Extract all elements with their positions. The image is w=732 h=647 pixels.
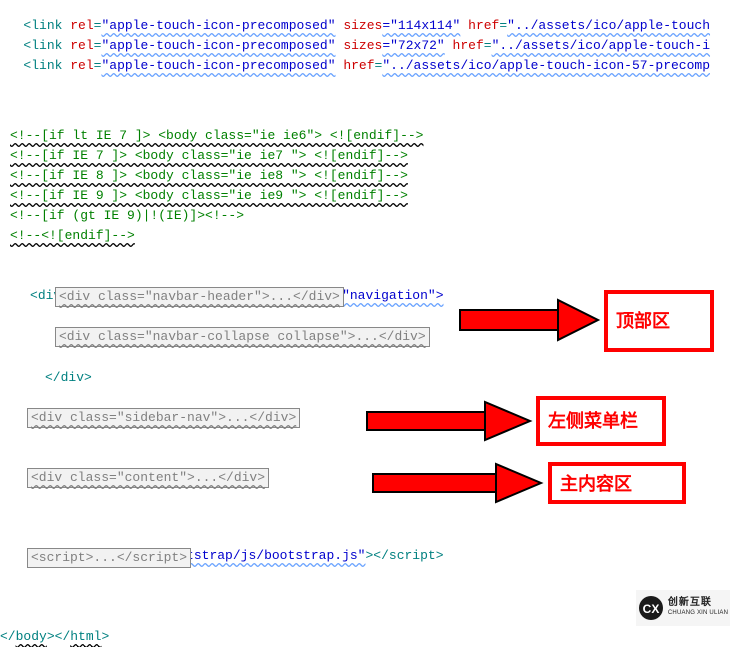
navbar-collapse-box: <div class="navbar-collapse collapse">..… [55, 327, 430, 347]
arrow-sidebar-icon [365, 400, 535, 442]
val-sizes: ="114x114" [382, 18, 460, 33]
attr-sizes: sizes [336, 18, 383, 33]
attr-href: href [460, 18, 499, 33]
val-rel: "apple-touch-icon-precomposed" [101, 18, 335, 33]
eq: = [499, 18, 507, 33]
attr-href: href [445, 38, 484, 53]
val-rel: "apple-touch-icon-precomposed" [101, 38, 335, 53]
val-href: "../assets/ico/apple-touch-icon-57-preco… [382, 58, 710, 73]
attr-rel: rel [62, 38, 93, 53]
val-sizes: ="72x72" [382, 38, 444, 53]
attr-sizes: sizes [336, 38, 383, 53]
navbar-header-box: <div class="navbar-header">...</div> [55, 287, 344, 307]
val-href: "../assets/ico/apple-touch [507, 18, 710, 33]
svg-text:CX: CX [643, 602, 660, 616]
val-rel: "apple-touch-icon-precomposed" [101, 58, 335, 73]
watermark-en: CHUANG XIN ULIAN [668, 608, 728, 619]
watermark-logo-icon: CX [638, 595, 664, 621]
attr-rel: rel [62, 58, 93, 73]
label-sidebar: 左侧菜单栏 [536, 396, 666, 446]
eq: = [484, 38, 492, 53]
tag-link: link [31, 58, 62, 73]
cond-ie9: <!--[if IE 9 ]> <body class="ie ie9 "> <… [10, 188, 408, 203]
attr-rel: rel [62, 18, 93, 33]
script-collapsed-box: <script>...</script> [27, 548, 191, 568]
closing-tags: </body></html> [0, 607, 109, 647]
tag-link: link [31, 38, 62, 53]
navbar-close: </div> [45, 348, 92, 388]
label-content: 主内容区 [548, 462, 686, 504]
conditional-block: <!--[if lt IE 7 ]> <body class="ie ie6">… [10, 106, 423, 226]
tag-link: link [31, 18, 62, 33]
sidebar-box: <div class="sidebar-nav">...</div> [27, 408, 300, 428]
cond-ie7: <!--[if IE 7 ]> <body class="ie ie7 "> <… [10, 148, 408, 163]
cond-ie6: <!--[if lt IE 7 ]> <body class="ie ie6">… [10, 128, 423, 143]
cond-gt: <!--[if (gt IE 9)|!(IE)]><!--> [10, 208, 244, 223]
cond-endif: <!--<![endif]--> [10, 226, 135, 246]
code-block: <link rel="apple-touch-icon-precomposed"… [0, 0, 710, 76]
watermark: CX 创新互联 CHUANG XIN ULIAN [636, 590, 730, 626]
val-href: "../assets/ico/apple-touch-i [492, 38, 710, 53]
watermark-cn: 创新互联 [668, 597, 728, 608]
label-top: 顶部区 [604, 290, 714, 352]
arrow-content-icon [371, 462, 546, 504]
content-box: <div class="content">...</div> [27, 468, 269, 488]
arrow-top-icon [458, 297, 603, 343]
cond-ie8: <!--[if IE 8 ]> <body class="ie ie8 "> <… [10, 168, 408, 183]
attr-href: href [336, 58, 375, 73]
